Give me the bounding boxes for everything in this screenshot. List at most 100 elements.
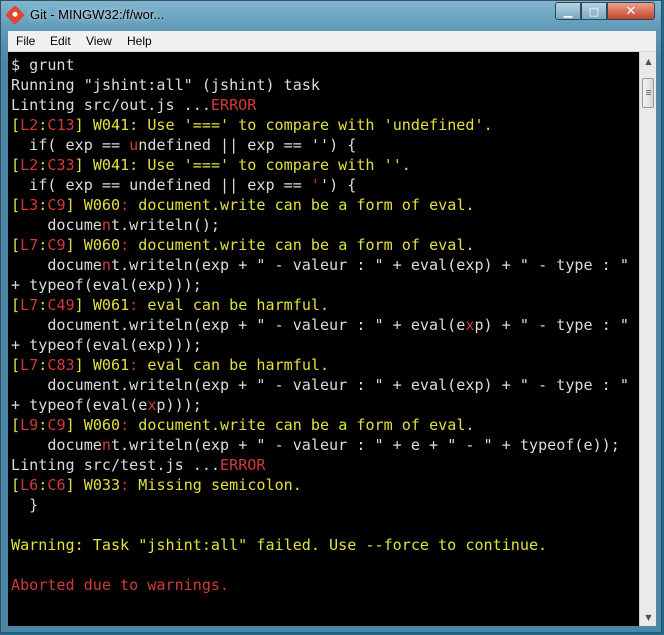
terminal-text-segment: [ [11,196,21,214]
minimize-button[interactable]: ▁ [555,2,581,20]
terminal-line: document.writeln(exp + " - valeur : " + … [11,375,637,395]
scroll-down-icon[interactable]: ▼ [641,609,656,625]
terminal-text-segment: Warning: Task "jshint:all" failed. Use -… [11,536,548,554]
terminal-line: } [11,495,637,515]
terminal-line: [L6:C6] W033: Missing semicolon. [11,475,637,495]
terminal-text-segment: docume [11,436,102,454]
terminal-text-segment: L2 [20,156,39,174]
terminal-window: Git - MINGW32:/f/wor... ▁ □ ✕ File Edit … [0,0,662,633]
terminal-text-segment: L7 [20,236,39,254]
terminal-text-segment: if( exp == undefined || exp == [11,176,311,194]
vertical-scrollbar[interactable]: ▲ ▼ [639,52,656,626]
terminal-text-segment: : [120,196,130,214]
maximize-button[interactable]: □ [581,2,607,20]
terminal-text-segment: if( exp == [11,136,130,154]
terminal-line: [L7:C9] W060: document.write can be a fo… [11,235,637,255]
terminal-text-segment: C83 [47,356,75,374]
terminal-text-segment: n [101,216,111,234]
terminal-text-segment: : [129,356,139,374]
terminal-text-segment: t.writeln(exp + " - valeur : " + eval(ex… [110,256,629,274]
terminal-line: Aborted due to warnings. [11,575,637,595]
terminal-text-segment: Missing semicolon. [129,476,302,494]
terminal-line: $ grunt [11,55,637,75]
scrollbar-thumb[interactable] [642,78,654,108]
terminal-text-segment: t.writeln(exp + " - valeur : " + e + " -… [110,436,620,454]
terminal-line: + typeof(eval(exp))); [11,395,637,415]
terminal-text-segment: ] W061 [74,356,130,374]
terminal-text-segment: ERROR [220,456,266,474]
terminal-text-segment: Aborted due to warnings. [11,576,230,594]
terminal-text-segment: : [38,356,48,374]
terminal-line: if( exp == undefined || exp == '') { [11,135,637,155]
terminal-text-segment: : [38,116,48,134]
terminal-text-segment: [ [11,236,21,254]
terminal-line: Linting src/test.js ...ERROR [11,455,637,475]
terminal-line: Warning: Task "jshint:all" failed. Use -… [11,535,637,555]
terminal-text-segment: p))); [156,396,202,414]
close-button[interactable]: ✕ [607,2,655,20]
terminal-text-segment: Linting src/test.js ... [11,456,221,474]
terminal-text-segment: } [11,496,39,514]
terminal-text-segment: document.write can be a form of eval. [129,236,475,254]
terminal-text-segment: ] W061 [74,296,130,314]
terminal-text-segment: : [38,416,48,434]
terminal-line: document.writeln(exp + " - valeur : " + … [11,435,637,455]
terminal-text-segment: docume [11,216,102,234]
terminal-text-segment: [ [11,416,21,434]
terminal-text-segment: L6 [20,476,39,494]
terminal-text-segment: : [38,156,48,174]
git-app-icon[interactable] [5,5,25,25]
terminal-text-segment: ] W041: Use '===' to compare with ''. [74,156,411,174]
terminal-text-segment: [ [11,116,21,134]
menu-bar: File Edit View Help [8,31,656,52]
terminal-text-segment: p) + " - type : " [474,316,629,334]
terminal-text-segment: n [101,256,111,274]
terminal-line: [L7:C49] W061: eval can be harmful. [11,295,637,315]
terminal-line: [L3:C9] W060: document.write can be a fo… [11,195,637,215]
menu-file[interactable]: File [16,34,35,48]
terminal-text-segment: C9 [47,236,66,254]
scroll-up-icon[interactable]: ▲ [641,53,656,69]
terminal-text-segment: document.writeln(exp + " - valeur : " + … [11,316,466,334]
terminal-line: + typeof(eval(exp))); [11,335,637,355]
terminal-text-segment: [ [11,476,21,494]
terminal-line: [L7:C83] W061: eval can be harmful. [11,355,637,375]
terminal-text-segment: L7 [20,296,39,314]
thumb-grip-line [646,90,651,91]
terminal-text-segment: [ [11,296,21,314]
terminal-text-segment: C6 [47,476,66,494]
terminal-text-segment: : [120,416,130,434]
terminal-text-segment: ' [310,176,320,194]
terminal-text-segment: [ [11,156,21,174]
title-bar[interactable]: Git - MINGW32:/f/wor... ▁ □ ✕ [1,1,661,31]
terminal-line: [L2:C13] W041: Use '===' to compare with… [11,115,637,135]
menu-edit[interactable]: Edit [50,34,71,48]
terminal-text-segment: ERROR [210,96,257,114]
terminal-text-segment: document.writeln(exp + " - valeur : " + … [11,376,629,394]
terminal-line: + typeof(eval(exp))); [11,275,637,295]
terminal-line: Running "jshint:all" (jshint) task [11,75,637,95]
terminal-output[interactable]: $ grunt Running "jshint:all" (jshint) tas… [8,52,639,626]
terminal-text-segment: ] W060 [65,416,121,434]
terminal-text-segment: t.writeln(); [110,216,221,234]
menu-help[interactable]: Help [127,34,152,48]
terminal-line: if( exp == undefined || exp == '') { [11,175,637,195]
terminal-text-segment: ] W033 [65,476,121,494]
terminal-line: document.writeln(exp + " - valeur : " + … [11,315,637,335]
terminal-text-segment: Linting src/out.js ... [11,96,211,114]
terminal-text-segment: n [101,436,111,454]
terminal-text-segment: C9 [47,416,66,434]
terminal-text-segment: C13 [47,116,75,134]
terminal-line: Linting src/out.js ...ERROR [11,95,637,115]
terminal-text-segment: docume [11,256,102,274]
window-title: Git - MINGW32:/f/wor... [30,7,165,22]
thumb-grip-line [646,92,651,93]
terminal-text-segment: C9 [47,196,66,214]
terminal-text-segment: C33 [47,156,75,174]
terminal-text-segment: $ grunt [11,56,75,74]
terminal-text-segment: : [38,476,48,494]
terminal-text-segment: u [129,136,139,154]
menu-view[interactable]: View [86,34,112,48]
terminal-text-segment: : [38,236,48,254]
